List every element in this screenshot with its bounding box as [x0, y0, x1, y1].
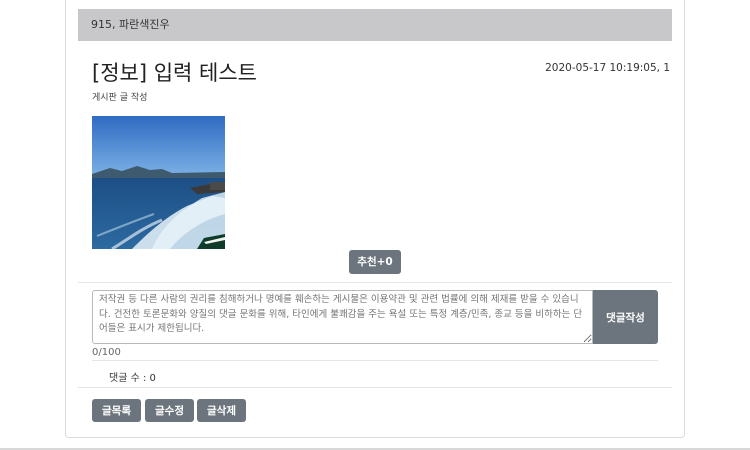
comment-submit-button[interactable]: 댓글작성: [593, 290, 658, 344]
post-photo: [92, 116, 225, 249]
list-button[interactable]: 글목록: [92, 399, 141, 422]
divider: [92, 360, 658, 361]
divider: [78, 387, 672, 388]
post-subtitle: 게시판 글 작성: [92, 93, 148, 103]
recommend-button[interactable]: 추천+0: [349, 250, 401, 274]
char-counter: 0/100: [92, 347, 121, 358]
edit-button[interactable]: 글수정: [145, 399, 194, 422]
post-card: 915, 파란색진우 [정보] 입력 테스트 2020-05-17 10:19:…: [65, 0, 685, 438]
comment-count: 댓글 수 : 0: [109, 373, 156, 384]
comment-input[interactable]: [92, 290, 593, 344]
divider: [78, 282, 672, 283]
delete-button[interactable]: 글삭제: [197, 399, 246, 422]
ocean-wake-photo: [92, 116, 225, 249]
author-bar: 915, 파란색진우: [78, 9, 672, 41]
post-title: [정보] 입력 테스트: [92, 61, 257, 85]
post-datetime: 2020-05-17 10:19:05, 1: [545, 62, 670, 74]
